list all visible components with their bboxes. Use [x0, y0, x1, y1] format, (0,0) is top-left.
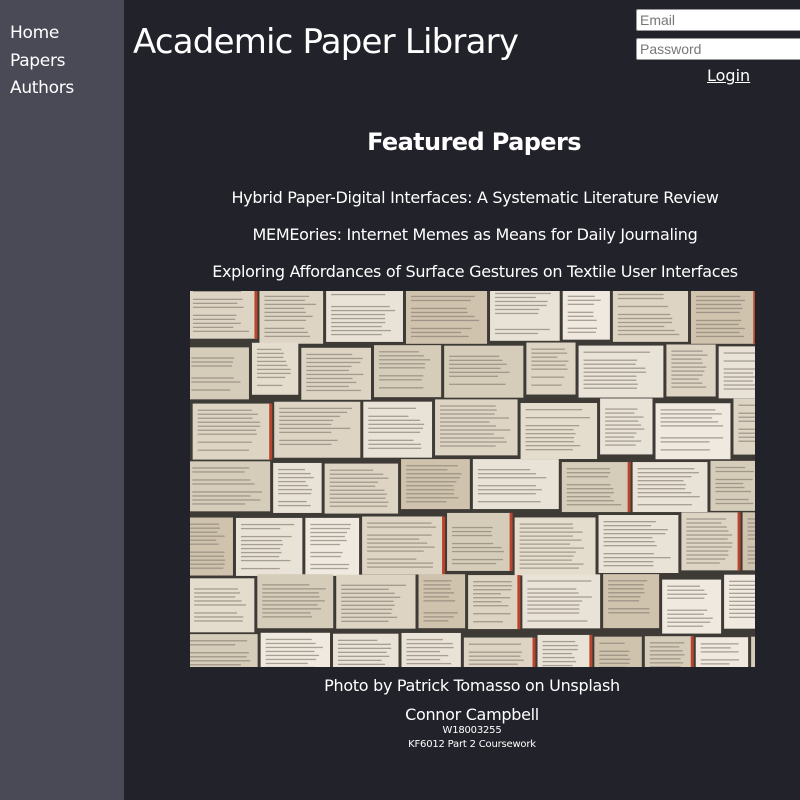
- featured-papers-heading: Featured Papers: [367, 128, 581, 156]
- sidebar-nav: Home Papers Authors: [0, 0, 124, 800]
- nav-link-authors[interactable]: Authors: [10, 75, 124, 103]
- photo-credit: Photo by Patrick Tomasso on Unsplash: [324, 676, 620, 695]
- login-form: [636, 9, 800, 67]
- course-code: KF6012 Part 2 Coursework: [408, 739, 536, 750]
- email-input[interactable]: [636, 9, 800, 31]
- author-name: Connor Campbell: [405, 705, 539, 724]
- featured-paper-link[interactable]: MEMEories: Internet Memes as Means for D…: [124, 225, 800, 244]
- nav-link-papers[interactable]: Papers: [10, 48, 124, 76]
- site-title: Academic Paper Library: [133, 22, 519, 62]
- student-id: W18003255: [442, 725, 502, 736]
- featured-paper-link[interactable]: Hybrid Paper-Digital Interfaces: A Syste…: [124, 188, 800, 207]
- login-link[interactable]: Login: [707, 66, 750, 85]
- nav-link-home[interactable]: Home: [10, 20, 124, 48]
- featured-paper-link[interactable]: Exploring Affordances of Surface Gesture…: [124, 262, 800, 281]
- open-books-photo: [190, 291, 755, 667]
- password-input[interactable]: [636, 38, 800, 60]
